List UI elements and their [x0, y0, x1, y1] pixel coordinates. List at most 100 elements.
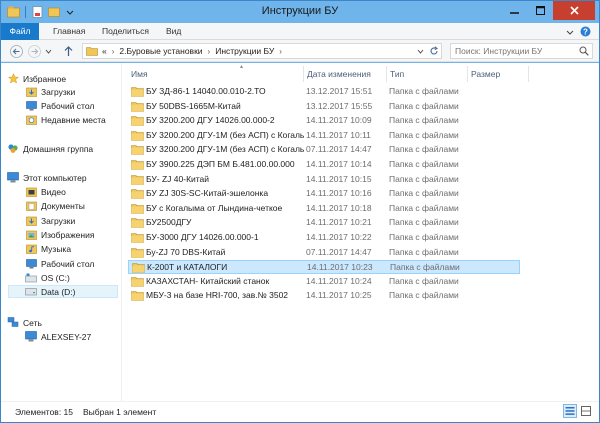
- file-row[interactable]: КАЗАХСТАН- Китайский станок 14.11.2017 10…: [128, 275, 520, 289]
- file-name: БУ 3200.200 ДГУ-1М (без АСП) с Когаль...: [146, 129, 304, 140]
- minimize-button[interactable]: [501, 1, 527, 20]
- file-date: 14.11.2017 10:23: [307, 262, 373, 273]
- file-type: Папка с файлами: [389, 275, 459, 286]
- pictures-icon: [25, 229, 37, 241]
- file-row[interactable]: БУ-3000 ДГУ 14026.00.000-1 14.11.2017 10:…: [128, 231, 520, 245]
- file-type: Папка с файлами: [389, 202, 459, 213]
- status-bar: Элементов: 15 Выбран 1 элемент: [1, 401, 599, 422]
- file-name: К-200Т и КАТАЛОГИ: [147, 262, 228, 273]
- view-switcher: [563, 404, 593, 418]
- nav-item-drive-d[interactable]: Data (D:): [8, 285, 118, 298]
- back-button[interactable]: [8, 43, 24, 59]
- nav-item-computer-alexsey[interactable]: ALEXSEY-27: [25, 330, 91, 343]
- file-row[interactable]: БУ 3200.200 ДГУ-1М (без АСП) с Когаль...…: [128, 143, 520, 157]
- address-box[interactable]: « › 2.Буровые установки › Инструкции БУ …: [82, 43, 442, 59]
- explorer-window: Инструкции БУ Файл Главная Поделиться Ви…: [0, 0, 600, 423]
- file-type: Папка с файлами: [390, 262, 460, 273]
- breadcrumb-separator-icon[interactable]: ›: [112, 47, 115, 56]
- navigation-pane: Избранное Загрузки Рабочий стол Недавние…: [1, 63, 119, 401]
- file-row[interactable]: БУ с Когалыма от Лындина-четкое 14.11.201…: [128, 202, 520, 216]
- file-date: 14.11.2017 10:14: [306, 159, 372, 169]
- pane-splitter[interactable]: [121, 63, 122, 401]
- nav-item-video[interactable]: Видео: [25, 185, 66, 198]
- close-button[interactable]: [553, 1, 595, 20]
- details-view-button[interactable]: [563, 404, 577, 418]
- nav-this-pc[interactable]: Этот компьютер: [7, 171, 87, 184]
- up-button[interactable]: [60, 43, 76, 59]
- file-date: 13.12.2017 15:55: [306, 100, 373, 111]
- file-date: 14.11.2017 10:09: [306, 115, 372, 126]
- breadcrumb-drilling-rigs[interactable]: 2.Буровые установки: [119, 46, 202, 56]
- search-box: [450, 43, 593, 59]
- column-header-date[interactable]: Дата изменения: [304, 66, 386, 82]
- nav-favorites-label: Избранное: [23, 73, 67, 84]
- tab-home[interactable]: Главная: [53, 23, 85, 40]
- nav-item-label: Data (D:): [41, 286, 76, 297]
- file-row[interactable]: К-200Т и КАТАЛОГИ 14.11.2017 10:23 Папка с…: [128, 260, 520, 275]
- desktop-icon: [25, 258, 37, 270]
- window-controls: [501, 1, 595, 20]
- file-type: Папка с файлами: [389, 159, 459, 169]
- tab-view[interactable]: Вид: [166, 23, 181, 40]
- file-name: БУ 3900.225 ДЭП БМ Б.481.00.00.000: [146, 159, 295, 169]
- breadcrumb-separator-icon[interactable]: ›: [208, 47, 211, 56]
- file-row[interactable]: БУ 3900.225 ДЭП БМ Б.481.00.00.000 14.11.…: [128, 158, 520, 172]
- homegroup-icon: [7, 143, 19, 155]
- file-date: 13.12.2017 15:51: [306, 86, 373, 96]
- breadcrumb-overflow[interactable]: «: [102, 46, 107, 56]
- file-row[interactable]: БУ 3200.200 ДГУ 14026.00.000-2 14.11.2017…: [128, 114, 520, 128]
- file-row[interactable]: МБУ-3 на базе HRI-700, зав.№ 3502 14.11.2…: [128, 289, 520, 303]
- nav-item-downloads-pc[interactable]: Загрузки: [25, 214, 75, 227]
- file-row[interactable]: БУ ЗД-86-1 14040.00.010-2.ТО 13.12.2017 1…: [128, 85, 520, 99]
- breadcrumb-current[interactable]: Инструкции БУ: [215, 46, 274, 56]
- address-history-chevron-icon[interactable]: [413, 44, 427, 58]
- nav-item-music[interactable]: Музыка: [25, 242, 71, 255]
- folder-icon: [131, 101, 144, 112]
- nav-homegroup[interactable]: Домашняя группа: [7, 142, 93, 155]
- column-header-name[interactable]: Имя: [128, 66, 303, 82]
- refresh-icon[interactable]: [427, 44, 441, 58]
- help-icon[interactable]: ?: [580, 26, 591, 39]
- column-header-type[interactable]: Тип: [387, 66, 467, 82]
- recent-locations-button[interactable]: [43, 43, 53, 59]
- tab-file[interactable]: Файл: [1, 23, 39, 40]
- file-row[interactable]: БУ ZJ 30S-SC-Китай-эшелонка 14.11.2017 10…: [128, 187, 520, 201]
- nav-item-desktop[interactable]: Рабочий стол: [25, 99, 94, 112]
- address-end-controls: [413, 44, 441, 58]
- file-type: Папка с файлами: [389, 232, 459, 242]
- nav-favorites[interactable]: Избранное: [7, 72, 66, 85]
- star-icon: [7, 73, 19, 85]
- nav-item-pictures[interactable]: Изображения: [25, 228, 94, 241]
- expand-ribbon-icon[interactable]: [566, 28, 574, 38]
- file-row[interactable]: БУ 3200.200 ДГУ-1М (без АСП) с Когаль...…: [128, 129, 520, 143]
- file-row[interactable]: БУ 50DBS-1665M-Китай 13.12.2017 15:55 Папк…: [128, 100, 520, 114]
- column-header-size[interactable]: Размер: [468, 66, 528, 82]
- nav-item-label: ALEXSEY-27: [41, 331, 92, 342]
- status-item-count: Элементов: 15: [15, 407, 73, 417]
- file-type: Папка с файлами: [389, 115, 459, 126]
- file-name: БУ ZJ 30S-SC-Китай-эшелонка: [146, 188, 269, 199]
- file-date: 07.11.2017 14:47: [306, 246, 372, 257]
- nav-network[interactable]: Сеть: [7, 316, 42, 329]
- column-divider[interactable]: [528, 66, 529, 82]
- breadcrumb-separator-icon[interactable]: ›: [279, 47, 282, 56]
- maximize-button[interactable]: [527, 1, 553, 20]
- search-icon[interactable]: [579, 46, 589, 58]
- search-input[interactable]: [451, 44, 576, 58]
- file-name: БУ с Когалыма от Лындина-четкое: [146, 202, 283, 213]
- tab-share[interactable]: Поделиться: [102, 23, 149, 40]
- file-row[interactable]: Бу-ZJ 70 DBS-Китай 07.11.2017 14:47 Папка …: [128, 246, 520, 260]
- forward-button[interactable]: [26, 43, 42, 59]
- file-name: БУ 50DBS-1665M-Китай: [146, 100, 241, 111]
- nav-item-documents[interactable]: Документы: [25, 199, 85, 212]
- large-icons-view-button[interactable]: [579, 404, 593, 418]
- folder-icon: [131, 290, 144, 302]
- nav-item-drive-c[interactable]: OS (C:): [25, 271, 70, 284]
- file-row[interactable]: БУ2500ДГУ 14.11.2017 10:21 Папка с файлами: [128, 216, 520, 230]
- nav-item-desktop-pc[interactable]: Рабочий стол: [25, 257, 94, 270]
- file-row[interactable]: БУ- ZJ 40-Китай 14.11.2017 10:15 Папка с ф…: [128, 173, 520, 187]
- file-type: Папка с файлами: [389, 246, 459, 257]
- nav-item-recent[interactable]: Недавние места: [25, 113, 106, 126]
- nav-item-downloads[interactable]: Загрузки: [25, 85, 75, 98]
- title-bar: Инструкции БУ: [1, 1, 599, 23]
